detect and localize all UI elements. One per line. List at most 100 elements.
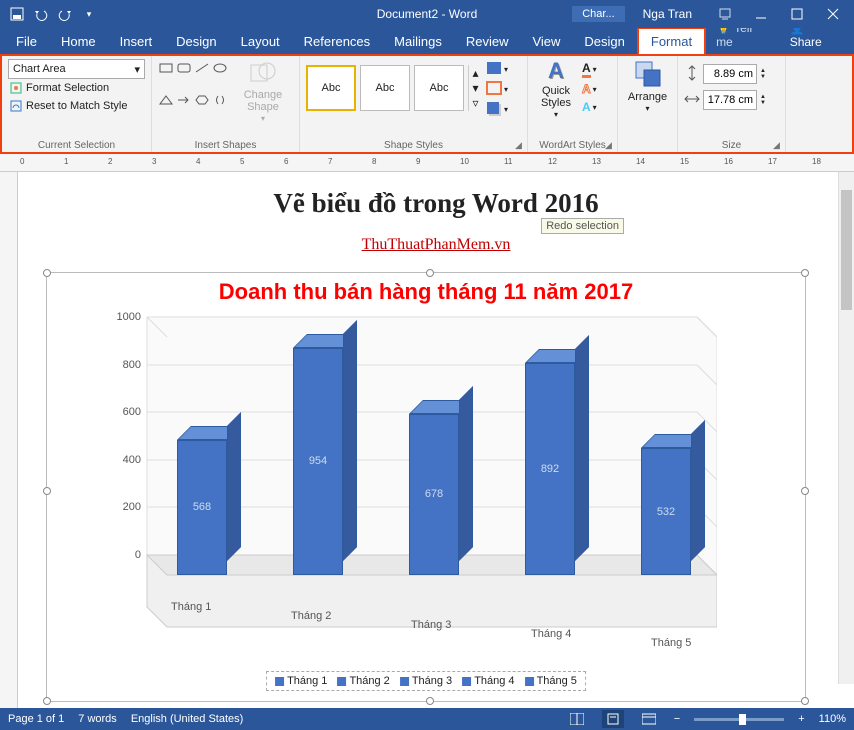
ribbon-options-icon[interactable] bbox=[708, 0, 742, 28]
minimize-icon[interactable] bbox=[744, 0, 778, 28]
chart-bar[interactable]: 892 bbox=[525, 363, 575, 575]
document-heading: Vẽ biểu đồ trong Word 2016 bbox=[18, 188, 854, 219]
shape-hex-icon[interactable] bbox=[194, 93, 210, 107]
reset-match-style-button[interactable]: Reset to Match Style bbox=[8, 97, 145, 115]
shape-oval-icon[interactable] bbox=[212, 61, 228, 75]
wordart-launcher-icon[interactable]: ◢ bbox=[605, 140, 615, 150]
tab-view[interactable]: View bbox=[520, 29, 572, 54]
chart-object[interactable]: Doanh thu bán hàng tháng 11 năm 2017 bbox=[46, 272, 806, 702]
arrange-button[interactable]: Arrange▾ bbox=[621, 59, 675, 114]
qat-more-icon[interactable]: ▾ bbox=[80, 5, 98, 23]
shape-style-1[interactable]: Abc bbox=[306, 65, 356, 111]
zoom-level[interactable]: 110% bbox=[819, 713, 846, 725]
size-launcher-icon[interactable]: ◢ bbox=[773, 140, 783, 150]
legend-item[interactable]: Tháng 3 bbox=[400, 675, 452, 687]
height-input[interactable] bbox=[703, 64, 757, 84]
tab-insert[interactable]: Insert bbox=[108, 29, 165, 54]
user-name: Nga Tran bbox=[629, 7, 706, 21]
group-label-size: Size bbox=[678, 140, 785, 151]
y-tick-label: 400 bbox=[123, 454, 141, 466]
shape-styles-gallery[interactable]: Abc Abc Abc ▴▾▿ bbox=[306, 59, 482, 117]
y-tick-label: 0 bbox=[135, 549, 141, 561]
shape-outline-button[interactable]: ▾ bbox=[486, 81, 508, 97]
title-bar: ▾ Document2 - Word Char... Nga Tran bbox=[0, 0, 854, 28]
text-outline-button[interactable]: A▾ bbox=[582, 82, 597, 96]
text-fill-button[interactable]: A▾ bbox=[582, 61, 597, 78]
x-category-label: Tháng 3 bbox=[411, 619, 451, 631]
shape-rect-icon[interactable] bbox=[158, 61, 174, 75]
window-title: Document2 - Word bbox=[377, 7, 477, 21]
tab-mailings[interactable]: Mailings bbox=[382, 29, 454, 54]
quick-styles-button[interactable]: A Quick Styles▾ bbox=[534, 59, 578, 120]
tab-layout[interactable]: Layout bbox=[229, 29, 292, 54]
shape-triangle-icon[interactable] bbox=[158, 93, 174, 107]
shape-arrow-icon[interactable] bbox=[176, 93, 192, 107]
group-label-wordart: WordArt Styles bbox=[528, 140, 617, 151]
chart-bar[interactable]: 678 bbox=[409, 414, 459, 575]
chart-plot-area[interactable]: 02004006008001000 568954678892532 Tháng … bbox=[147, 317, 707, 637]
change-shape-button: Change Shape▾ bbox=[236, 59, 290, 124]
zoom-slider[interactable] bbox=[694, 718, 784, 721]
group-label-shapes: Insert Shapes bbox=[152, 140, 299, 151]
ruler-horizontal[interactable]: 0123456789101112131415161718 bbox=[0, 154, 854, 172]
shape-style-3[interactable]: Abc bbox=[414, 65, 464, 111]
chart-bar[interactable]: 568 bbox=[177, 440, 227, 575]
width-input[interactable] bbox=[703, 90, 757, 110]
shape-fill-button[interactable]: ▾ bbox=[486, 61, 508, 77]
status-page[interactable]: Page 1 of 1 bbox=[8, 713, 64, 725]
text-effects-button[interactable]: A▾ bbox=[582, 100, 597, 114]
redo-icon[interactable] bbox=[56, 5, 74, 23]
y-tick-label: 200 bbox=[123, 501, 141, 513]
maximize-icon[interactable] bbox=[780, 0, 814, 28]
chart-bar[interactable]: 532 bbox=[641, 448, 691, 575]
save-icon[interactable] bbox=[8, 5, 26, 23]
close-icon[interactable] bbox=[816, 0, 850, 28]
zoom-out-button[interactable]: − bbox=[674, 713, 680, 725]
chart-element-dropdown[interactable]: Chart Area▾ bbox=[8, 59, 145, 79]
legend-item[interactable]: Tháng 4 bbox=[462, 675, 514, 687]
shape-style-2[interactable]: Abc bbox=[360, 65, 410, 111]
tab-file[interactable]: File bbox=[4, 29, 49, 54]
legend-item[interactable]: Tháng 1 bbox=[275, 675, 327, 687]
legend-item[interactable]: Tháng 5 bbox=[525, 675, 577, 687]
document-canvas[interactable]: Vẽ biểu đồ trong Word 2016 Redo selectio… bbox=[18, 172, 854, 708]
height-icon bbox=[684, 65, 700, 84]
group-label-shape-styles: Shape Styles bbox=[300, 140, 527, 151]
undo-icon[interactable] bbox=[32, 5, 50, 23]
width-spinner[interactable]: ▲▼ bbox=[760, 94, 772, 106]
status-language[interactable]: English (United States) bbox=[131, 713, 244, 725]
tab-references[interactable]: References bbox=[292, 29, 382, 54]
ribbon-tabs: File Home Insert Design Layout Reference… bbox=[0, 28, 854, 54]
tab-design[interactable]: Design bbox=[164, 29, 228, 54]
tab-home[interactable]: Home bbox=[49, 29, 108, 54]
group-label-selection: Current Selection bbox=[2, 140, 151, 151]
shape-effects-button[interactable]: ▾ bbox=[486, 101, 508, 117]
chart-legend[interactable]: Tháng 1 Tháng 2 Tháng 3 Tháng 4 Tháng 5 bbox=[266, 671, 586, 691]
height-spinner[interactable]: ▲▼ bbox=[760, 68, 772, 80]
tab-review[interactable]: Review bbox=[454, 29, 521, 54]
vertical-scrollbar[interactable] bbox=[838, 172, 854, 684]
x-category-label: Tháng 4 bbox=[531, 628, 571, 640]
shape-brace-icon[interactable] bbox=[212, 93, 228, 107]
shape-roundrect-icon[interactable] bbox=[176, 61, 192, 75]
status-words[interactable]: 7 words bbox=[78, 713, 117, 725]
status-bar: Page 1 of 1 7 words English (United Stat… bbox=[0, 708, 854, 730]
web-layout-icon[interactable] bbox=[638, 710, 660, 728]
shape-styles-launcher-icon[interactable]: ◢ bbox=[515, 140, 525, 150]
context-tab-label: Char... bbox=[572, 6, 624, 22]
y-tick-label: 600 bbox=[123, 406, 141, 418]
legend-item[interactable]: Tháng 2 bbox=[337, 675, 389, 687]
tab-chart-design[interactable]: Design bbox=[572, 29, 636, 54]
tab-format[interactable]: Format bbox=[637, 27, 706, 54]
zoom-in-button[interactable]: + bbox=[798, 713, 804, 725]
read-mode-icon[interactable] bbox=[566, 710, 588, 728]
format-selection-button[interactable]: Format Selection bbox=[8, 79, 145, 97]
shape-line-icon[interactable] bbox=[194, 61, 210, 75]
shapes-gallery[interactable] bbox=[158, 59, 232, 124]
print-layout-icon[interactable] bbox=[602, 710, 624, 728]
ruler-vertical[interactable] bbox=[0, 172, 18, 708]
gallery-more-icon[interactable]: ▴▾▿ bbox=[468, 65, 482, 111]
chart-title[interactable]: Doanh thu bán hàng tháng 11 năm 2017 bbox=[47, 273, 805, 305]
chart-bar[interactable]: 954 bbox=[293, 348, 343, 575]
document-link[interactable]: ThuThuatPhanMem.vn bbox=[18, 236, 854, 254]
